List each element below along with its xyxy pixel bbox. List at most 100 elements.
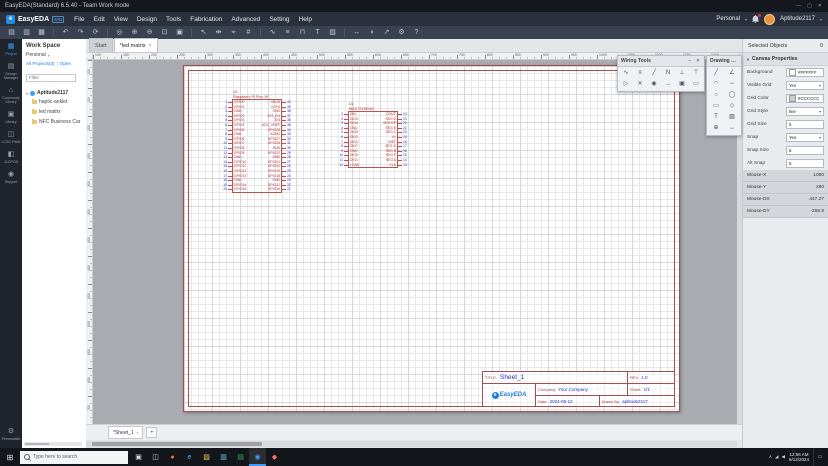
zoom-fit-icon[interactable]: ▣ bbox=[174, 26, 185, 39]
tab-led-matrix[interactable]: *led matrix× bbox=[114, 38, 158, 52]
all-projects-link[interactable]: All Projects(3) bbox=[26, 61, 55, 66]
group-icon[interactable]: ▣ bbox=[675, 79, 689, 90]
prop-visible-grid-select[interactable]: Yes▾ bbox=[786, 81, 824, 90]
arc-icon[interactable]: ◠ bbox=[708, 79, 724, 90]
action-center-icon[interactable]: ▭ bbox=[813, 448, 826, 466]
rail-item-library[interactable]: ▣Library bbox=[0, 107, 22, 127]
menu-item-file[interactable]: File bbox=[74, 16, 84, 23]
menu-item-setting[interactable]: Setting bbox=[269, 16, 289, 23]
people-icon[interactable]: ◫ bbox=[147, 448, 164, 466]
net-flag-gnd-icon[interactable]: ⊥ bbox=[675, 68, 689, 79]
zoom-window-icon[interactable]: ⊡ bbox=[159, 26, 170, 39]
pin-icon[interactable]: → bbox=[661, 79, 675, 90]
undo-icon[interactable]: ↶ bbox=[60, 26, 71, 39]
pan-icon[interactable]: ⇹ bbox=[213, 26, 224, 39]
username-dropdown[interactable]: Aptitude2117 bbox=[780, 16, 815, 22]
help-icon[interactable]: ? bbox=[411, 26, 422, 39]
bus-entry-icon[interactable]: ╱ bbox=[647, 68, 661, 79]
component-u1[interactable]: U1Raspberry Pi Pico W1234567891011121314… bbox=[218, 90, 296, 192]
firefox-icon[interactable]: ● bbox=[164, 448, 181, 466]
net-flag-vcc-icon[interactable]: ⊤ bbox=[689, 68, 703, 79]
rail-item-project[interactable]: ▦Project bbox=[0, 39, 22, 59]
net-port-icon[interactable]: ▷ bbox=[619, 79, 633, 90]
account-dropdown[interactable]: Personal▾ bbox=[22, 49, 86, 58]
notifications-icon[interactable] bbox=[752, 15, 759, 23]
symbol-icon[interactable]: ⊓ bbox=[297, 26, 308, 39]
tray-volume-icon[interactable]: ◀ bbox=[782, 454, 785, 460]
origin-icon[interactable]: ⊕ bbox=[708, 123, 724, 134]
line-icon[interactable]: ╱ bbox=[708, 68, 724, 79]
prop-snap-size-input[interactable]: 5 bbox=[786, 146, 824, 155]
rail-item-support[interactable]: ◉Support bbox=[0, 167, 22, 187]
dimension-icon[interactable]: ↔ bbox=[724, 123, 740, 134]
tab-start[interactable]: Start bbox=[89, 38, 113, 52]
task-view-icon[interactable]: ▣ bbox=[130, 448, 147, 466]
easyeda-logo[interactable]: e EasyEDA STD bbox=[0, 15, 70, 24]
prop-grid-color-input[interactable]: #CCCCCC bbox=[786, 94, 824, 103]
menu-item-help[interactable]: Help bbox=[299, 16, 312, 23]
photos-icon[interactable]: ◆ bbox=[266, 448, 283, 466]
window-minimize-button[interactable]: — bbox=[796, 3, 801, 9]
tree-item-haptic-anklet[interactable]: haptic-anklet bbox=[24, 97, 84, 107]
bus-icon[interactable]: ≡ bbox=[633, 68, 647, 79]
taskbar-clock[interactable]: 12:56 AM 6/12/2024 bbox=[789, 452, 809, 463]
prop-grid-size-input[interactable]: 5 bbox=[786, 120, 824, 129]
save-icon[interactable]: ▦ bbox=[36, 26, 47, 39]
bus-icon[interactable]: ≡ bbox=[282, 26, 293, 39]
schematic-sheet[interactable]: U1Raspberry Pi Pico W1234567891011121314… bbox=[183, 65, 680, 412]
prop-background-input[interactable]: #FFFFFF bbox=[786, 68, 824, 77]
panel-horizontal-scrollbar[interactable] bbox=[24, 442, 82, 446]
menu-item-view[interactable]: View bbox=[114, 16, 128, 23]
image-icon[interactable]: ▨ bbox=[327, 26, 338, 39]
ellipse-icon[interactable]: ◯ bbox=[724, 90, 740, 101]
menu-item-fabrication[interactable]: Fabrication bbox=[190, 16, 222, 23]
tree-item-nfc-business-car[interactable]: NFC Business Car bbox=[24, 117, 84, 127]
net-label-icon[interactable]: N bbox=[661, 68, 675, 79]
rail-item-commonly-library[interactable]: ⌂Commonly Library bbox=[0, 83, 22, 107]
open-file-icon[interactable]: ▥ bbox=[21, 26, 32, 39]
sheet-tab[interactable]: *Sheet_1 ▾ bbox=[108, 426, 143, 439]
rail-item-jlcpcb[interactable]: ◧JLCPCB bbox=[0, 147, 22, 167]
canvas-properties-section[interactable]: ▼ Canvas Properties bbox=[743, 52, 828, 66]
text-icon[interactable]: T bbox=[312, 26, 323, 39]
rect-icon[interactable]: ▭ bbox=[708, 101, 724, 112]
prop-snap-select[interactable]: Yes▾ bbox=[786, 133, 824, 142]
rail-item-lcsc-parts[interactable]: ◫LCSC Parts bbox=[0, 127, 22, 147]
crosshair-icon[interactable]: ⌖ bbox=[228, 26, 239, 39]
window-maximize-button[interactable]: ▢ bbox=[807, 3, 812, 9]
personal-dropdown[interactable]: Personal bbox=[716, 16, 740, 22]
component-u2[interactable]: U2MAX7219ENG123456789101112DINDIG0DIG4GN… bbox=[334, 102, 412, 167]
schematic-canvas[interactable]: U1Raspberry Pi Pico W1234567891011121314… bbox=[93, 60, 737, 424]
no-connect-icon[interactable]: ✕ bbox=[633, 79, 647, 90]
polyline-icon[interactable]: ∠ bbox=[724, 68, 740, 79]
store-icon[interactable]: ▥ bbox=[215, 448, 232, 466]
rail-item-personalize[interactable]: ⚙Personalize bbox=[0, 424, 22, 444]
settings-icon[interactable]: ⚙ bbox=[396, 26, 407, 39]
edge-icon[interactable]: e bbox=[181, 448, 198, 466]
wire-icon[interactable]: ∿ bbox=[267, 26, 278, 39]
prop-grid-style-select[interactable]: line▾ bbox=[786, 107, 824, 116]
prop-alt-snap-input[interactable]: 5 bbox=[786, 159, 824, 168]
voltage-probe-icon[interactable]: ◉ bbox=[647, 79, 661, 90]
palette-minimize-button[interactable]: − bbox=[687, 58, 693, 64]
open-link[interactable]: Open bbox=[60, 61, 71, 66]
redo-icon[interactable]: ↷ bbox=[75, 26, 86, 39]
grid-icon[interactable]: # bbox=[243, 26, 254, 39]
text-tool-icon[interactable]: T bbox=[708, 112, 724, 123]
tab-close-icon[interactable]: × bbox=[149, 43, 152, 49]
cursor-icon[interactable]: ↖ bbox=[198, 26, 209, 39]
rail-item-design-manager[interactable]: ▤Design Manager bbox=[0, 59, 22, 83]
tray-network-icon[interactable]: ◢ bbox=[775, 454, 778, 460]
share-icon[interactable]: ↗ bbox=[381, 26, 392, 39]
menu-item-tools[interactable]: Tools bbox=[166, 16, 181, 23]
polygon-icon[interactable]: ◇ bbox=[724, 101, 740, 112]
bezier-icon[interactable]: ∽ bbox=[724, 79, 740, 90]
add-sheet-button[interactable]: + bbox=[146, 427, 157, 438]
new-file-icon[interactable]: ▤ bbox=[6, 26, 17, 39]
file-explorer-icon[interactable]: ▨ bbox=[198, 448, 215, 466]
avatar[interactable] bbox=[764, 14, 775, 25]
theme-icon[interactable]: ◑ bbox=[366, 26, 377, 39]
menu-item-edit[interactable]: Edit bbox=[94, 16, 105, 23]
wire-icon[interactable]: ∿ bbox=[619, 68, 633, 79]
image-tool-icon[interactable]: ▨ bbox=[724, 112, 740, 123]
